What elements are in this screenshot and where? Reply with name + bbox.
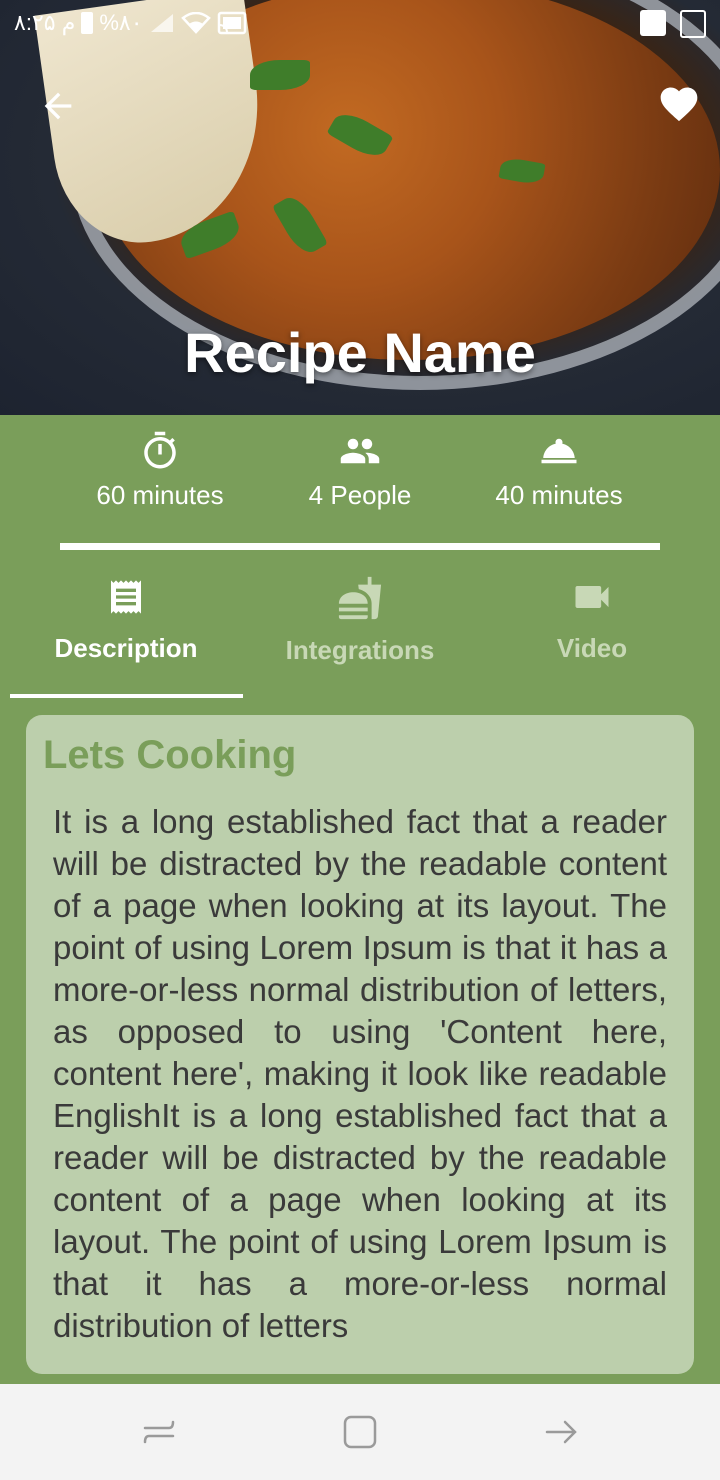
timer-icon [144,431,176,469]
battery-icon [81,12,94,34]
arrow-back-icon[interactable] [38,86,78,126]
stat-label: 4 People [308,480,412,510]
recent-apps-icon[interactable] [139,1412,179,1452]
receipt-icon [111,580,141,614]
status-bar: ۸:۲۵ م %۸۰ [0,0,720,48]
stat-label: 60 minutes [96,480,224,510]
status-time: ۸:۲۵ م [14,10,76,35]
tab-label: Description [54,633,198,663]
notification-square-icon [640,10,666,36]
system-navigation-bar [0,1384,720,1480]
battery-percent: %۸۰ [99,10,143,35]
tab-video[interactable]: Video [477,575,707,664]
stat-servings: 4 People [250,430,470,511]
status-left: ۸:۲۵ م %۸۰ [14,10,247,36]
herb-garnish [250,60,310,90]
home-icon[interactable] [340,1412,380,1452]
video-camera-icon [575,586,609,608]
tab-description[interactable]: Description [11,575,241,664]
serving-bell-icon [541,438,577,464]
cast-icon [217,11,246,35]
active-tab-indicator [10,694,243,698]
fastfood-icon [338,576,382,620]
tab-integrations[interactable]: Integrations [245,575,475,666]
card-body: It is a long established fact that a rea… [53,803,667,1344]
section-divider [60,543,660,550]
heart-icon[interactable] [656,82,702,126]
stat-serve-time: 40 minutes [449,430,669,511]
description-card[interactable]: Lets Cooking It is a long established fa… [26,715,694,1374]
wifi-icon [180,12,211,34]
status-right [640,10,706,38]
stat-cook-time: 60 minutes [50,430,270,511]
screen-icon [680,10,706,38]
back-nav-icon[interactable] [541,1412,581,1452]
people-icon [340,438,380,464]
recipe-title: Recipe Name [184,321,536,384]
signal-icon [150,14,173,32]
recipe-stats: 60 minutes 4 People 40 minutes [0,430,720,520]
card-title: Lets Cooking [43,733,297,777]
tab-label: Video [556,633,628,663]
tab-label: Integrations [285,635,435,665]
stat-label: 40 minutes [495,480,623,510]
